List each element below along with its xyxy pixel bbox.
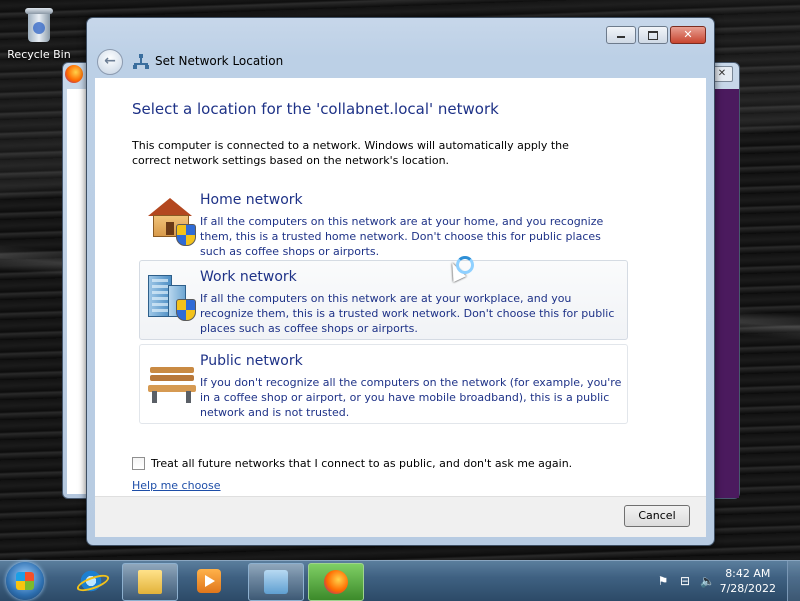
start-button[interactable]	[6, 562, 44, 600]
park-bench-icon	[146, 355, 198, 407]
treat-public-checkbox[interactable]	[132, 457, 145, 470]
firefox-icon	[65, 65, 83, 83]
treat-public-checkbox-row[interactable]: Treat all future networks that I connect…	[132, 457, 572, 470]
taskbar-internet-explorer[interactable]	[64, 563, 118, 599]
taskbar-clock[interactable]: 8:42 AM 7/28/2022	[720, 566, 776, 596]
taskbar-media-player[interactable]	[182, 563, 236, 599]
back-button[interactable]: ←	[97, 49, 123, 75]
show-desktop-button[interactable]	[787, 561, 800, 601]
taskbar-firefox[interactable]	[308, 563, 364, 601]
public-network-option[interactable]: Public network If you don't recognize al…	[139, 344, 628, 424]
dialog-footer: Cancel	[95, 496, 706, 537]
window-controls: ✕	[606, 26, 706, 44]
taskbar: ⚑ ⊟ 🔈 8:42 AM 7/28/2022	[0, 560, 800, 601]
intro-text: This computer is connected to a network.…	[132, 139, 569, 167]
building-shield-icon	[146, 271, 198, 323]
treat-public-checkbox-label[interactable]: Treat all future networks that I connect…	[151, 457, 572, 470]
recycle-bin-icon	[22, 6, 56, 44]
windows-logo-icon	[16, 572, 34, 590]
clock-time: 8:42 AM	[725, 567, 771, 580]
dialog-title: Set Network Location	[155, 54, 284, 68]
set-network-location-dialog: ✕ ← Set Network Location Select a locati…	[86, 17, 715, 546]
system-tray: ⚑ ⊟ 🔈	[656, 574, 715, 588]
busy-spinner-icon	[456, 256, 474, 274]
public-network-description: If you don't recognize all the computers…	[200, 376, 622, 419]
recycle-bin-shortcut[interactable]: Recycle Bin	[6, 6, 72, 61]
home-network-description: If all the computers on this network are…	[200, 215, 604, 258]
volume-icon[interactable]: 🔈	[700, 574, 715, 588]
work-network-title: Work network	[200, 269, 297, 285]
work-network-option[interactable]: Work network If all the computers on thi…	[139, 260, 628, 340]
minimize-icon	[617, 36, 625, 38]
house-shield-icon	[146, 194, 198, 246]
page-heading: Select a location for the 'collabnet.loc…	[132, 100, 499, 118]
dialog-titlebar: ← Set Network Location	[95, 48, 706, 76]
flag-icon[interactable]: ⚑	[656, 574, 670, 588]
close-button[interactable]: ✕	[670, 26, 706, 44]
maximize-icon	[648, 31, 658, 40]
internet-explorer-icon	[79, 569, 103, 593]
home-network-option[interactable]: Home network If all the computers on thi…	[139, 183, 628, 263]
media-player-icon	[197, 569, 221, 593]
work-network-description: If all the computers on this network are…	[200, 292, 615, 335]
minimize-button[interactable]	[606, 26, 636, 44]
public-network-title: Public network	[200, 353, 303, 369]
cancel-button[interactable]: Cancel	[624, 505, 690, 527]
recycle-bin-label: Recycle Bin	[7, 48, 71, 61]
network-control-panel-icon	[264, 570, 288, 594]
maximize-button[interactable]	[638, 26, 668, 44]
background-window-sidebar	[713, 89, 739, 498]
help-me-choose-link[interactable]: Help me choose	[132, 479, 221, 492]
dialog-content: Select a location for the 'collabnet.loc…	[95, 78, 706, 496]
network-icon[interactable]: ⊟	[678, 574, 692, 588]
clock-date: 7/28/2022	[719, 582, 776, 595]
close-icon: ✕	[683, 28, 693, 41]
home-network-title: Home network	[200, 192, 303, 208]
taskbar-windows-explorer[interactable]	[122, 563, 178, 601]
taskbar-network-control-panel[interactable]	[248, 563, 304, 601]
windows-explorer-icon	[138, 570, 162, 594]
network-icon	[133, 54, 149, 70]
firefox-icon	[324, 570, 348, 594]
